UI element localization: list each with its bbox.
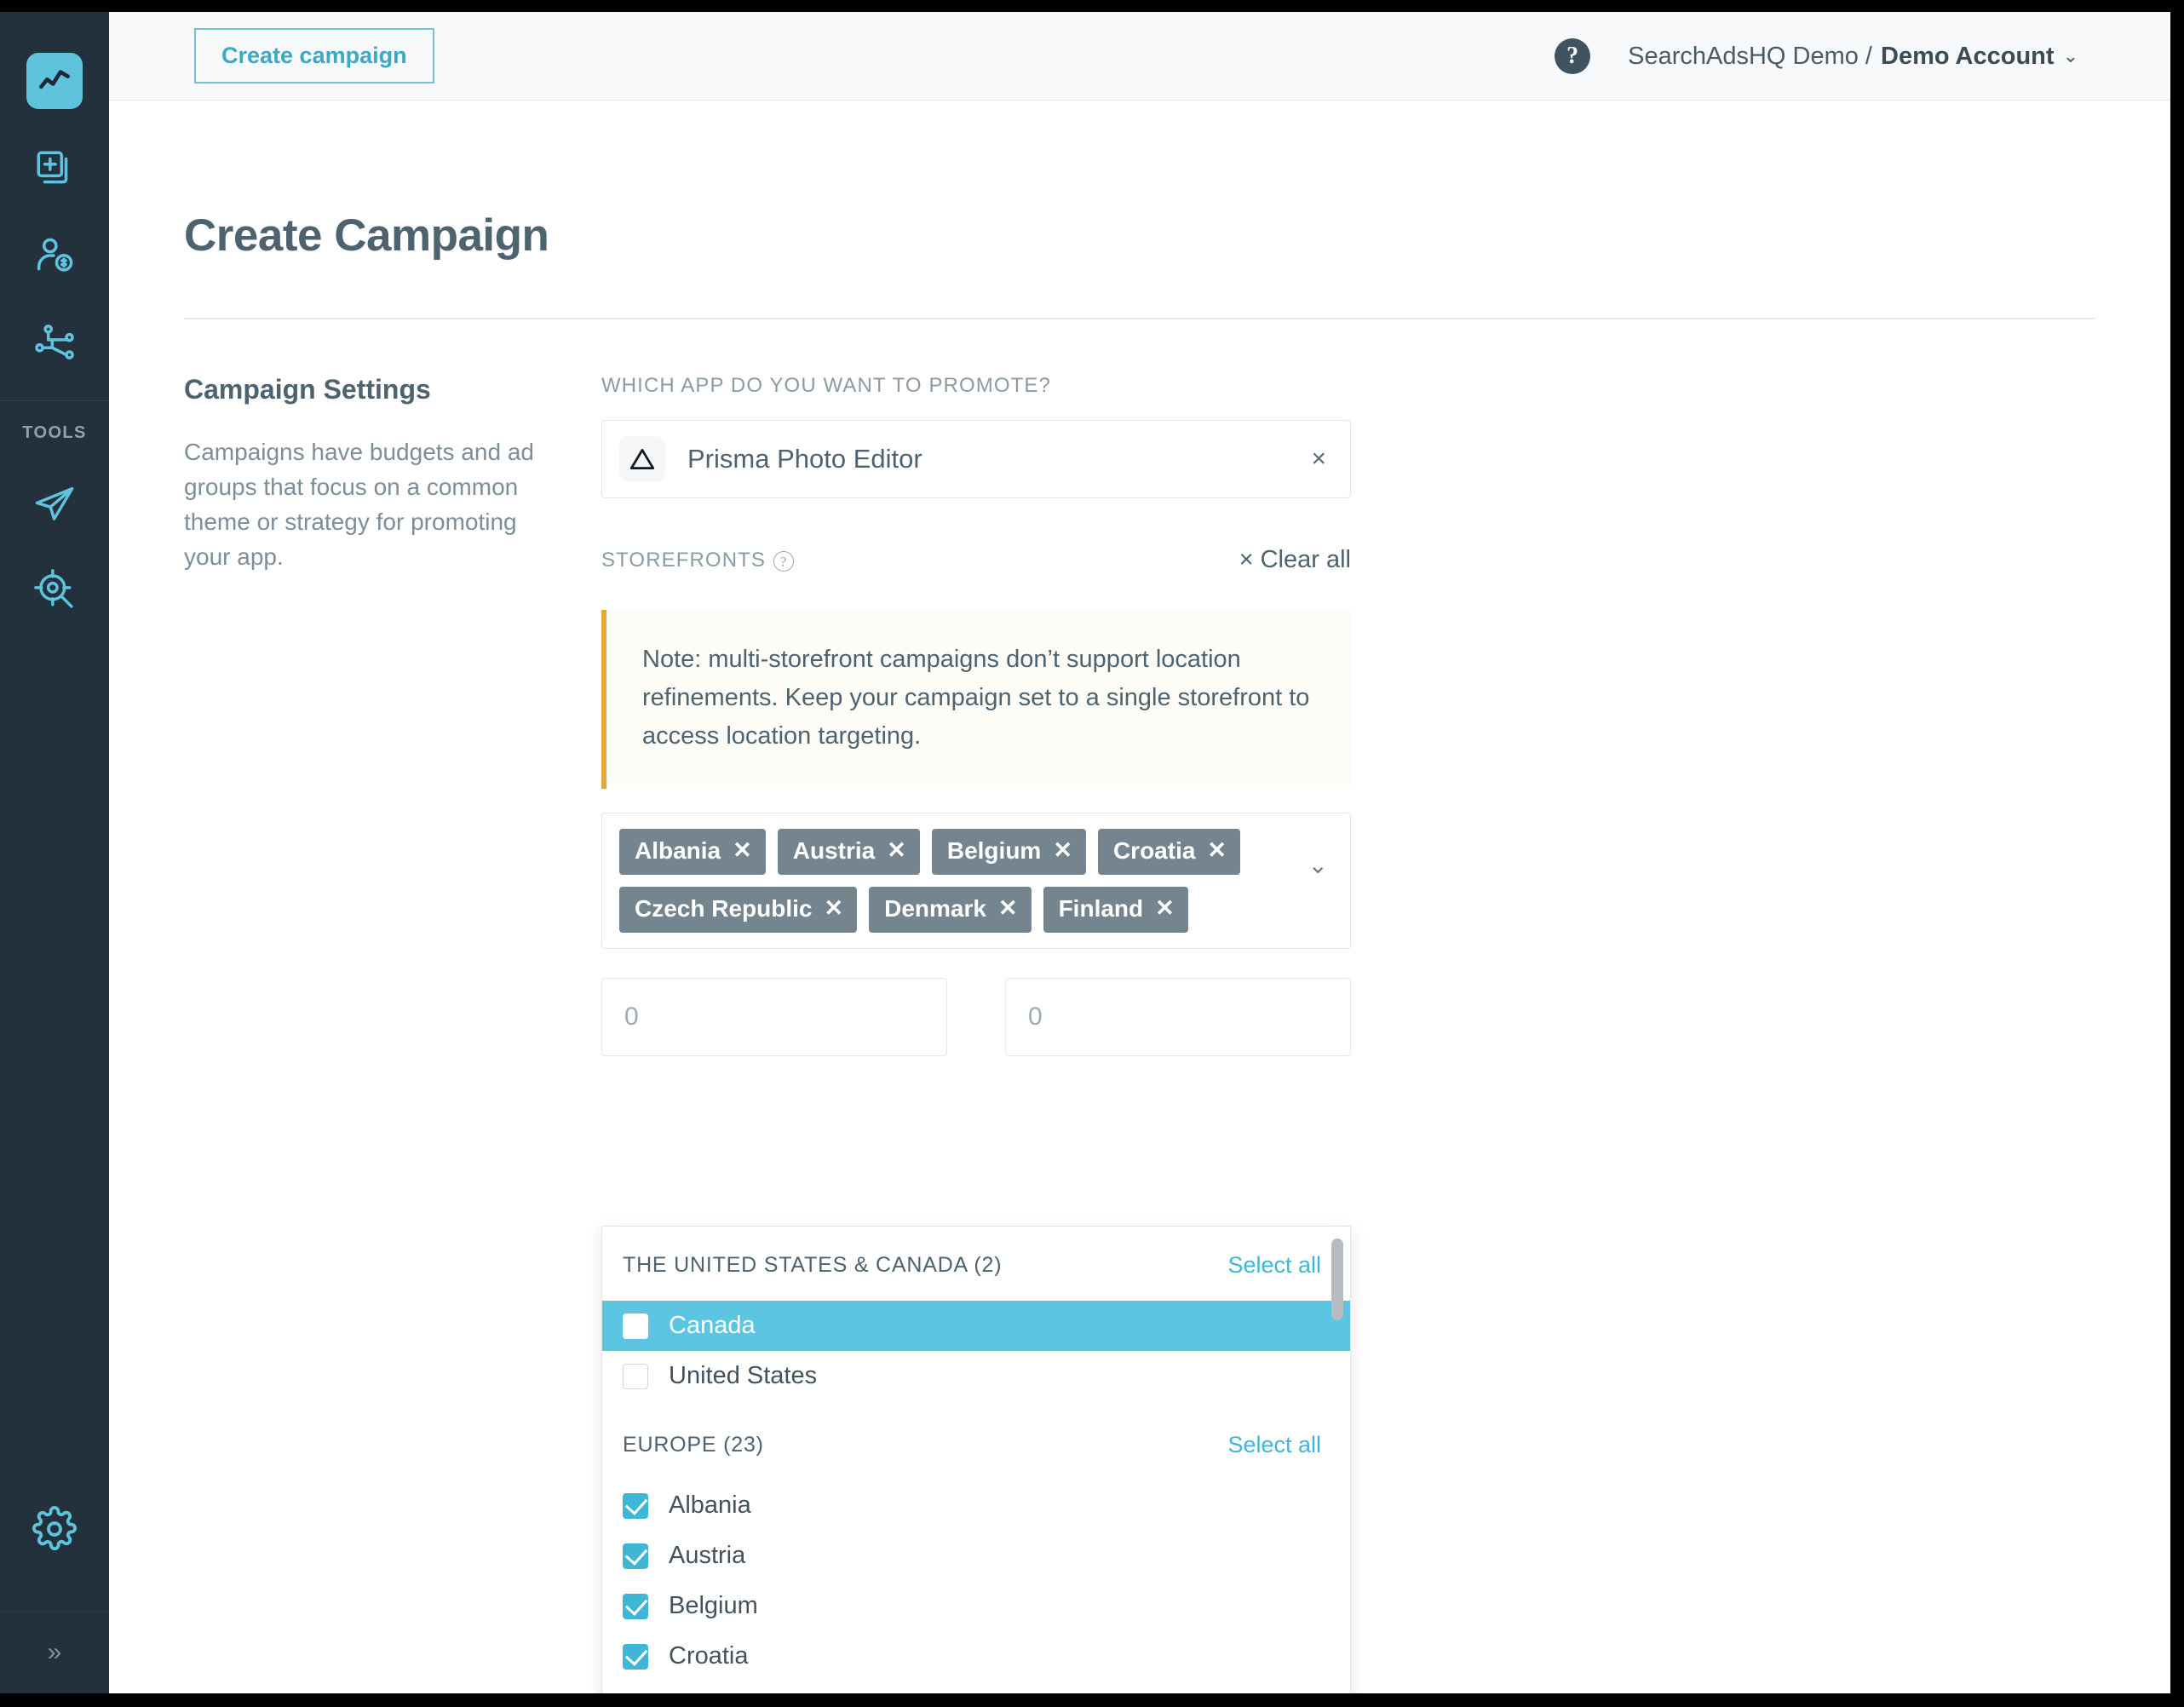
target-search-icon[interactable]: [27, 562, 82, 617]
account-name: Demo Account: [1881, 42, 2055, 70]
app-frame: Create campaign ? SearchAdsHQ Demo / Dem…: [109, 12, 2170, 1693]
chip[interactable]: Belgium ✕: [931, 828, 1086, 875]
chip-label: Czech Republic: [635, 894, 813, 922]
storefront-chips: Albania ✕ Austria ✕ Belgium ✕ Croatia ✕ Czec…: [619, 828, 1290, 934]
chip[interactable]: Croatia ✕: [1097, 828, 1241, 875]
storefronts-label: STOREFRONTS?: [601, 548, 795, 572]
dropdown-group-title: THE UNITED STATES & CANADA (2): [623, 1253, 1003, 1277]
prisma-triangle-icon: [619, 436, 665, 482]
checkbox[interactable]: [623, 1593, 648, 1619]
settings-heading: Campaign Settings: [184, 374, 431, 405]
account-prefix: SearchAdsHQ Demo /: [1628, 42, 1872, 70]
chip[interactable]: Austria ✕: [777, 828, 920, 875]
paper-plane-icon[interactable]: [27, 475, 82, 530]
info-icon[interactable]: ?: [773, 551, 795, 572]
storefront-note: Note: multi-storefront campaigns don’t s…: [601, 610, 1351, 789]
settings-description: Campaigns have budgets and ad groups tha…: [184, 439, 534, 571]
chip[interactable]: Albania ✕: [619, 828, 766, 875]
chip-remove-icon[interactable]: ✕: [1155, 895, 1175, 922]
budget-row: 0 0: [601, 978, 1351, 1057]
chip-remove-icon[interactable]: ✕: [824, 895, 843, 922]
clear-app-icon[interactable]: ×: [1311, 446, 1326, 472]
page-title: Create Campaign: [184, 210, 549, 261]
chip-remove-icon[interactable]: ✕: [887, 837, 906, 864]
chip-remove-icon[interactable]: ✕: [1207, 837, 1227, 864]
storefront-note-text: Note: multi-storefront campaigns don’t s…: [642, 646, 1310, 750]
chip[interactable]: Czech Republic ✕: [619, 886, 858, 934]
dropdown-item[interactable]: Belgium: [602, 1581, 1350, 1631]
select-all-button[interactable]: Select all: [1227, 1432, 1321, 1458]
chip-remove-icon[interactable]: ✕: [733, 837, 752, 864]
account-switcher[interactable]: SearchAdsHQ Demo / Demo Account ⌄: [1628, 43, 2078, 71]
dropdown-item-label: Austria: [669, 1542, 746, 1569]
form-fields-column: WHICH APP DO YOU WANT TO PROMOTE? Prisma…: [601, 374, 1351, 1693]
storefront-chips-field[interactable]: Albania ✕ Austria ✕ Belgium ✕ Croatia ✕ Czec…: [601, 812, 1351, 950]
tab-create-campaign[interactable]: Create campaign: [194, 28, 434, 83]
dropdown-scrollbar-thumb[interactable]: [1331, 1239, 1343, 1320]
screen: TOOLS » Create campaign ? SearchAdsHQ De…: [0, 0, 2184, 1707]
sidebar-divider: [0, 400, 109, 401]
chip[interactable]: Finland ✕: [1043, 886, 1188, 934]
user-dollar-icon[interactable]: [27, 228, 82, 283]
dropdown-group-title: EUROPE (23): [623, 1433, 764, 1457]
top-bar: Create campaign ? SearchAdsHQ Demo / Dem…: [109, 12, 2170, 101]
dropdown-item-label: Albania: [669, 1491, 751, 1519]
dropdown-item-label: United States: [669, 1362, 818, 1389]
left-sidebar: TOOLS »: [0, 12, 109, 1693]
chip-label: Finland: [1058, 894, 1144, 922]
title-divider: [184, 318, 2095, 319]
question-mark-icon[interactable]: ?: [1555, 38, 1591, 74]
double-chevron-right-icon[interactable]: »: [0, 1612, 109, 1693]
gear-icon[interactable]: [27, 1502, 82, 1556]
dropdown-item[interactable]: Croatia: [602, 1631, 1350, 1681]
dropdown-group-header: EUROPE (23) Select all: [602, 1401, 1350, 1480]
dropdown-item[interactable]: Austria: [602, 1531, 1350, 1581]
select-all-button[interactable]: Select all: [1227, 1252, 1321, 1279]
dropdown-item[interactable]: Albania: [602, 1480, 1350, 1531]
page-body: Create Campaign Campaign Settings Campai…: [109, 210, 2170, 1693]
clear-all-button[interactable]: × Clear all: [1239, 546, 1351, 574]
checkbox[interactable]: [623, 1543, 648, 1569]
budget-input-left[interactable]: 0: [601, 978, 947, 1057]
chip-remove-icon[interactable]: ✕: [1053, 837, 1072, 864]
app-select-field[interactable]: Prisma Photo Editor ×: [601, 420, 1351, 498]
dropdown-scroll-area: THE UNITED STATES & CANADA (2) Select al…: [602, 1227, 1350, 1693]
storefronts-label-text: STOREFRONTS: [601, 548, 767, 572]
storefront-dropdown[interactable]: THE UNITED STATES & CANADA (2) Select al…: [601, 1226, 1351, 1693]
form-columns: Campaign Settings Campaigns have budgets…: [109, 374, 2170, 1693]
selected-app-name: Prisma Photo Editor: [687, 444, 922, 474]
chip-remove-icon[interactable]: ✕: [998, 895, 1018, 922]
dropdown-item[interactable]: United States: [602, 1351, 1350, 1401]
add-campaign-icon[interactable]: [27, 141, 82, 196]
chip-label: Croatia: [1112, 836, 1196, 864]
storefronts-label-row: STOREFRONTS? × Clear all: [601, 546, 1351, 574]
budget-input-right[interactable]: 0: [1005, 978, 1351, 1057]
dropdown-group-header: THE UNITED STATES & CANADA (2) Select al…: [602, 1227, 1350, 1301]
checkbox[interactable]: [623, 1313, 648, 1339]
dropdown-item[interactable]: Czech Republic: [602, 1681, 1350, 1693]
app-field-label: WHICH APP DO YOU WANT TO PROMOTE?: [601, 374, 1051, 397]
dropdown-item-label: Belgium: [669, 1592, 758, 1619]
dropdown-item[interactable]: Canada: [602, 1301, 1350, 1351]
checkbox[interactable]: [623, 1492, 648, 1519]
dropdown-item-label: Canada: [669, 1312, 756, 1339]
chevron-down-icon[interactable]: ⌄: [1308, 851, 1328, 879]
chip-label: Belgium: [946, 836, 1042, 864]
dropdown-item-label: Croatia: [669, 1642, 749, 1670]
chip-label: Albania: [635, 836, 721, 864]
checkbox[interactable]: [623, 1643, 648, 1670]
chip[interactable]: Denmark ✕: [869, 886, 1032, 934]
chip-label: Austria: [792, 836, 876, 864]
chevron-down-icon: ⌄: [2062, 45, 2078, 66]
network-nodes-icon[interactable]: [27, 315, 82, 370]
settings-description-column: Campaign Settings Campaigns have budgets…: [184, 374, 601, 1056]
sidebar-section-label: TOOLS: [22, 423, 87, 442]
chip-label: Denmark: [884, 894, 986, 922]
analytics-line-icon[interactable]: [26, 53, 83, 109]
checkbox[interactable]: [623, 1363, 648, 1389]
topbar-right: ? SearchAdsHQ Demo / Demo Account ⌄: [1555, 12, 2078, 101]
